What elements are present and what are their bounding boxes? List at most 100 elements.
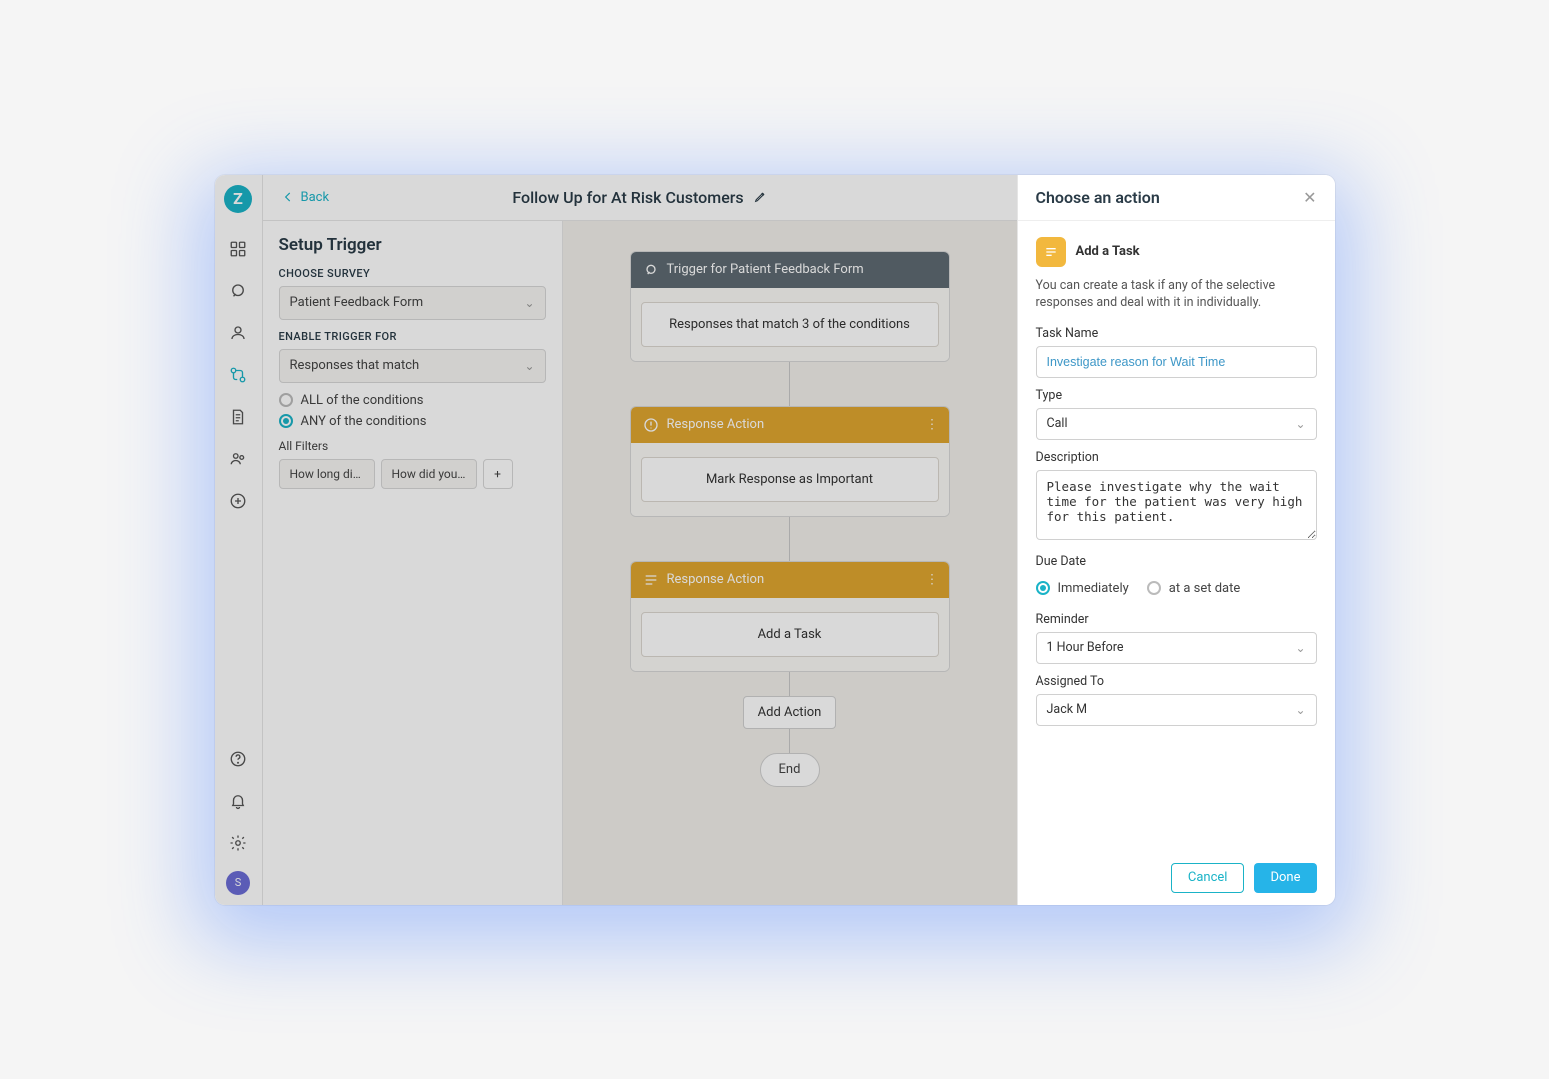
all-filters-label: All Filters bbox=[279, 439, 546, 453]
dashboard-icon[interactable] bbox=[224, 235, 252, 263]
assigned-select[interactable]: Jack M ⌄ bbox=[1036, 694, 1317, 726]
chevron-down-icon: ⌄ bbox=[524, 359, 534, 373]
description-textarea[interactable] bbox=[1036, 470, 1317, 540]
reminder-value: 1 Hour Before bbox=[1047, 640, 1124, 655]
radio-any-label: ANY of the conditions bbox=[301, 414, 427, 429]
sidebar: Z S bbox=[215, 175, 263, 905]
task-name-label: Task Name bbox=[1036, 326, 1317, 341]
page-title: Follow Up for At Risk Customers bbox=[263, 188, 1017, 207]
trigger-header-text: Trigger for Patient Feedback Form bbox=[667, 262, 864, 277]
due-date-label: Due Date bbox=[1036, 554, 1317, 569]
add-filter-button[interactable]: + bbox=[483, 459, 513, 489]
back-label: Back bbox=[301, 190, 330, 205]
due-set-date-label: at a set date bbox=[1169, 581, 1240, 596]
panel-body: Add a Task You can create a task if any … bbox=[1018, 221, 1335, 851]
assigned-value: Jack M bbox=[1047, 702, 1088, 717]
back-button[interactable]: Back bbox=[281, 190, 330, 205]
filter-chip[interactable]: How did you rat... bbox=[381, 459, 477, 489]
trigger-select[interactable]: Responses that match ⌄ bbox=[279, 349, 546, 383]
connector-line bbox=[789, 362, 790, 406]
trigger-body-text: Responses that match 3 of the conditions bbox=[641, 302, 939, 347]
settings-icon[interactable] bbox=[224, 829, 252, 857]
add-action-button[interactable]: Add Action bbox=[743, 696, 837, 729]
task-header: Add a Task bbox=[1036, 237, 1317, 267]
workflow-icon[interactable] bbox=[224, 361, 252, 389]
connector-line bbox=[789, 729, 790, 753]
panel-header: Choose an action ✕ bbox=[1018, 175, 1335, 221]
type-label: Type bbox=[1036, 388, 1317, 403]
radio-any[interactable]: ANY of the conditions bbox=[279, 414, 546, 429]
canvas: Trigger for Patient Feedback Form Respon… bbox=[563, 221, 1017, 905]
user-icon[interactable] bbox=[224, 319, 252, 347]
cancel-button[interactable]: Cancel bbox=[1171, 863, 1245, 893]
add-icon[interactable] bbox=[224, 487, 252, 515]
assigned-label: Assigned To bbox=[1036, 674, 1317, 689]
chat-icon[interactable] bbox=[224, 277, 252, 305]
radio-circle-checked bbox=[1036, 581, 1050, 595]
trigger-selected: Responses that match bbox=[290, 358, 420, 373]
task-badge: Add a Task bbox=[1076, 244, 1140, 259]
logo[interactable]: Z bbox=[224, 185, 252, 213]
notification-icon[interactable] bbox=[224, 787, 252, 815]
trigger-node[interactable]: Trigger for Patient Feedback Form Respon… bbox=[630, 251, 950, 362]
due-date-radios: Immediately at a set date bbox=[1036, 575, 1317, 602]
survey-selected: Patient Feedback Form bbox=[290, 295, 424, 310]
reminder-select[interactable]: 1 Hour Before ⌄ bbox=[1036, 632, 1317, 664]
choose-survey-label: CHOOSE SURVEY bbox=[279, 267, 546, 280]
survey-select[interactable]: Patient Feedback Form ⌄ bbox=[279, 286, 546, 320]
action-body: Mark Response as Important bbox=[631, 443, 949, 516]
reminder-label: Reminder bbox=[1036, 612, 1317, 627]
panel-title: Choose an action bbox=[1036, 188, 1160, 207]
filter-chips: How long did yo... How did you rat... + bbox=[279, 459, 546, 489]
chevron-down-icon: ⌄ bbox=[1295, 417, 1305, 431]
action-body-text: Mark Response as Important bbox=[641, 457, 939, 502]
chevron-down-icon: ⌄ bbox=[1295, 641, 1305, 655]
menu-dots-icon[interactable]: ⋮ bbox=[926, 417, 939, 432]
panel-footer: Cancel Done bbox=[1018, 851, 1335, 905]
action-header-text: Response Action bbox=[667, 417, 765, 432]
action-header-text: Response Action bbox=[667, 572, 765, 587]
radio-circle-checked bbox=[279, 414, 293, 428]
trigger-body: Responses that match 3 of the conditions bbox=[631, 288, 949, 361]
action-header: Response Action ⋮ bbox=[631, 562, 949, 598]
action-node-1[interactable]: Response Action ⋮ Mark Response as Impor… bbox=[630, 406, 950, 517]
avatar[interactable]: S bbox=[226, 871, 250, 895]
body: Setup Trigger CHOOSE SURVEY Patient Feed… bbox=[263, 221, 1017, 905]
main: Back Follow Up for At Risk Customers Set… bbox=[263, 175, 1017, 905]
app-window: Z S Back Follow Up for At Risk Customers bbox=[215, 175, 1335, 905]
right-panel: Choose an action ✕ Add a Task You can cr… bbox=[1017, 175, 1335, 905]
enable-trigger-label: ENABLE TRIGGER FOR bbox=[279, 330, 546, 343]
trigger-header: Trigger for Patient Feedback Form bbox=[631, 252, 949, 288]
chevron-down-icon: ⌄ bbox=[524, 296, 534, 310]
type-select[interactable]: Call ⌄ bbox=[1036, 408, 1317, 440]
action-body-text: Add a Task bbox=[641, 612, 939, 657]
chevron-down-icon: ⌄ bbox=[1295, 703, 1305, 717]
due-immediately-radio[interactable]: Immediately bbox=[1036, 581, 1129, 596]
connector-line bbox=[789, 517, 790, 561]
menu-dots-icon[interactable]: ⋮ bbox=[926, 572, 939, 587]
edit-icon[interactable] bbox=[754, 188, 767, 207]
help-icon[interactable] bbox=[224, 745, 252, 773]
task-icon bbox=[1036, 237, 1066, 267]
done-button[interactable]: Done bbox=[1254, 863, 1316, 893]
team-icon[interactable] bbox=[224, 445, 252, 473]
action-node-2[interactable]: Response Action ⋮ Add a Task bbox=[630, 561, 950, 672]
due-immediately-label: Immediately bbox=[1058, 581, 1129, 596]
type-value: Call bbox=[1047, 416, 1068, 431]
topbar: Back Follow Up for At Risk Customers bbox=[263, 175, 1017, 221]
action-body: Add a Task bbox=[631, 598, 949, 671]
config-column: Setup Trigger CHOOSE SURVEY Patient Feed… bbox=[263, 221, 563, 905]
due-set-date-radio[interactable]: at a set date bbox=[1147, 581, 1240, 596]
page-title-text: Follow Up for At Risk Customers bbox=[512, 188, 743, 207]
close-icon[interactable]: ✕ bbox=[1303, 188, 1316, 207]
document-icon[interactable] bbox=[224, 403, 252, 431]
task-description: You can create a task if any of the sele… bbox=[1036, 277, 1317, 312]
task-name-input[interactable] bbox=[1036, 346, 1317, 378]
radio-circle bbox=[279, 393, 293, 407]
desc-label: Description bbox=[1036, 450, 1317, 465]
filter-chip[interactable]: How long did yo... bbox=[279, 459, 375, 489]
action-header: Response Action ⋮ bbox=[631, 407, 949, 443]
connector-line bbox=[789, 672, 790, 696]
radio-all[interactable]: ALL of the conditions bbox=[279, 393, 546, 408]
radio-circle bbox=[1147, 581, 1161, 595]
